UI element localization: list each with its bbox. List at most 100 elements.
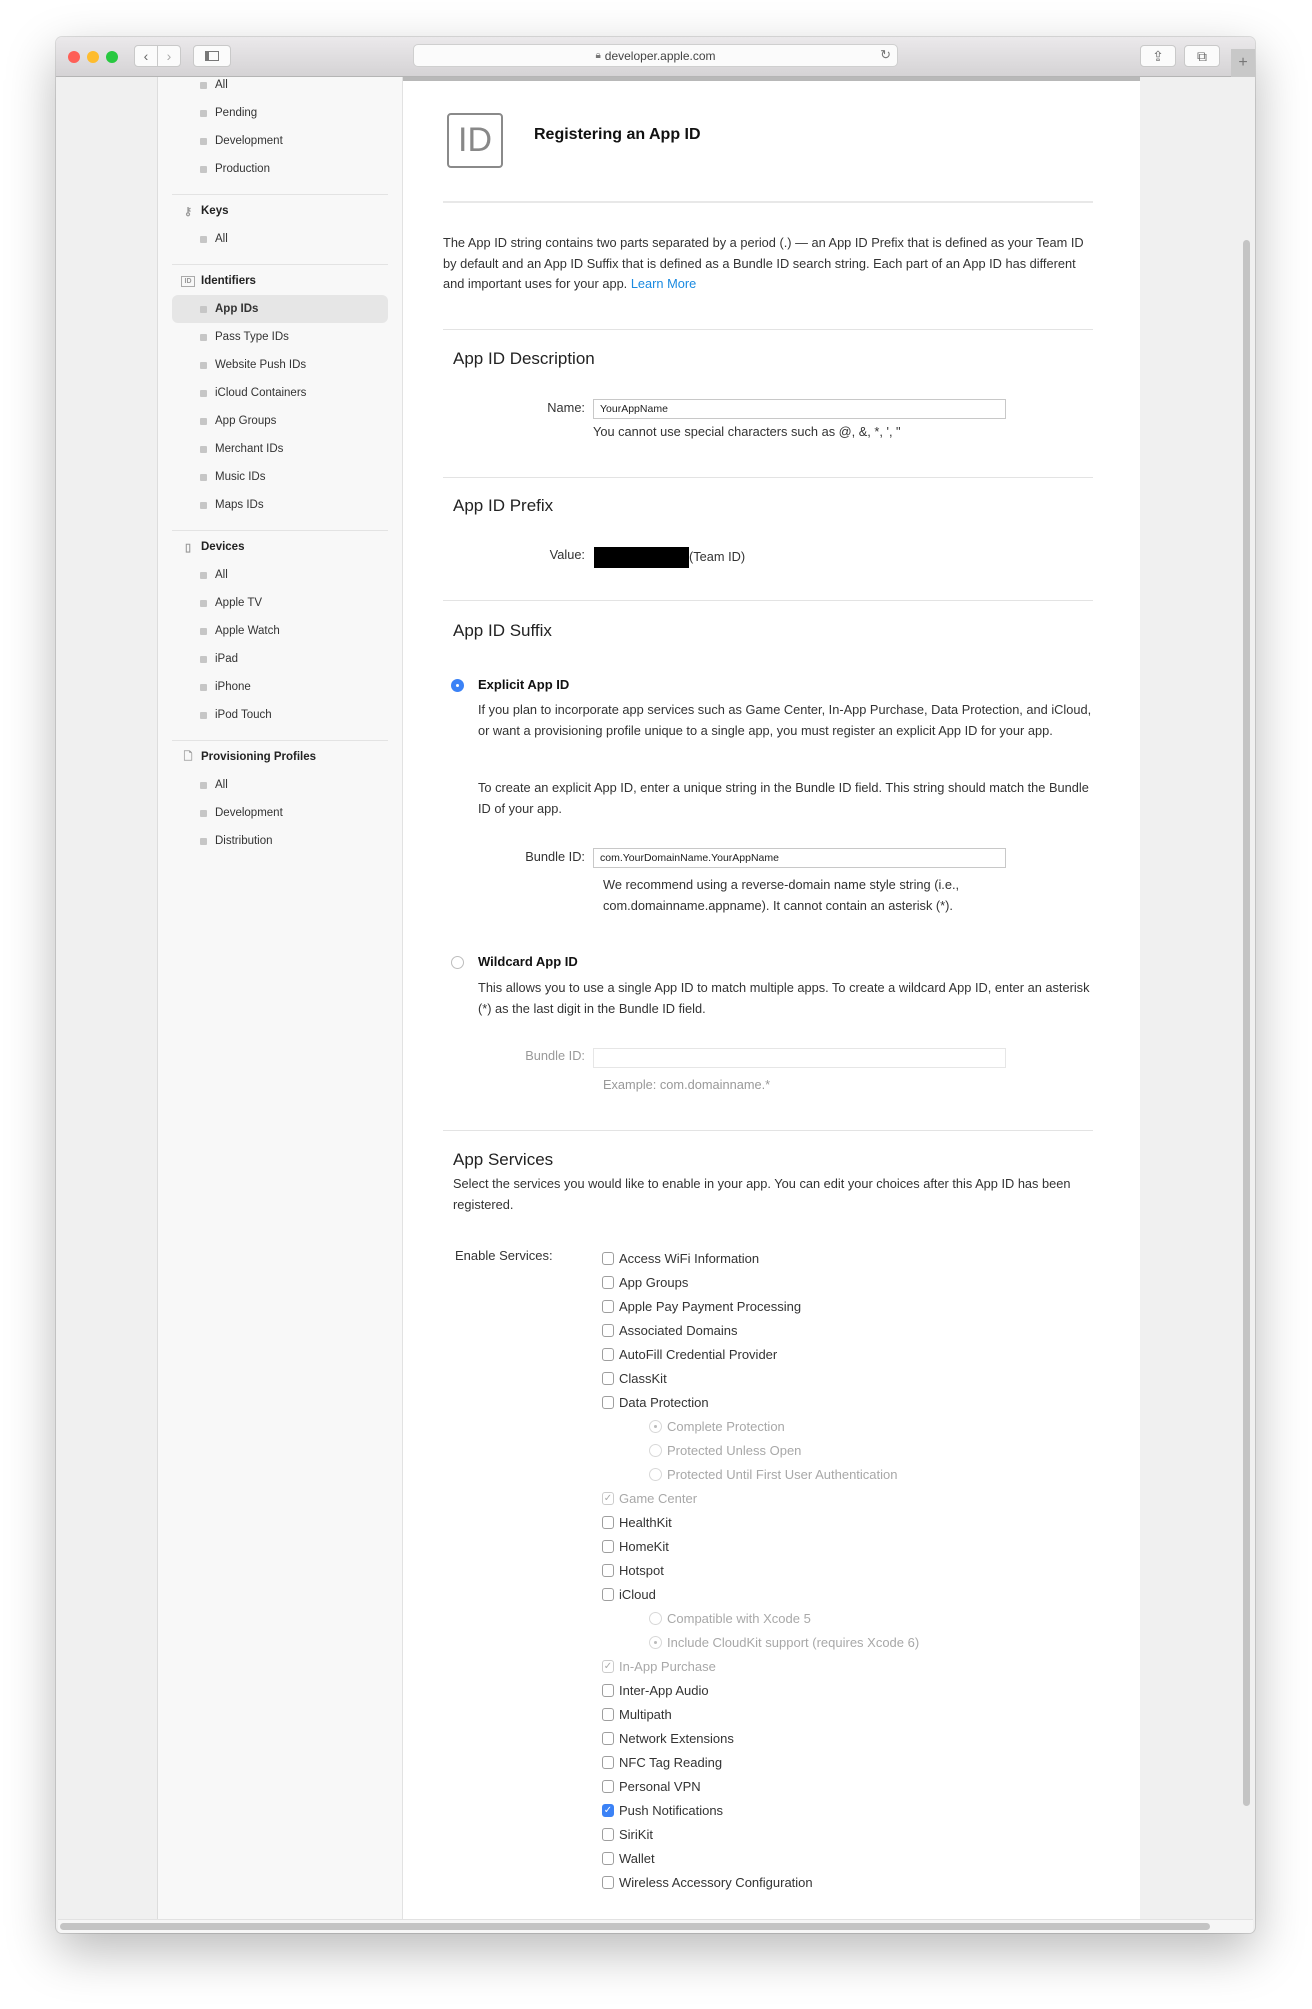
sidebar-item-label: Music IDs	[215, 471, 266, 483]
service-label: Game Center	[619, 1491, 698, 1506]
share-button[interactable]: ⇪	[1140, 45, 1176, 67]
sidebar-item[interactable]: Pass Type IDs	[158, 323, 402, 351]
service-checkbox[interactable]	[602, 1540, 614, 1553]
service-checkbox[interactable]	[602, 1828, 614, 1841]
wildcard-app-id-radio[interactable]	[451, 956, 464, 969]
zoom-window-button[interactable]	[106, 51, 118, 63]
sidebar-toggle-button[interactable]	[193, 45, 231, 67]
wildcard-bundle-id-input[interactable]	[593, 1048, 1006, 1068]
sidebar: All Pending Development Production ⚷ Keys All I…	[158, 77, 403, 1919]
service-checkbox[interactable]	[602, 1708, 614, 1721]
close-window-button[interactable]	[68, 51, 80, 63]
sidebar-item-label: Pending	[215, 107, 258, 119]
service-checkbox[interactable]	[602, 1300, 614, 1313]
service-checkbox[interactable]	[602, 1396, 614, 1409]
explicit-instructions: To create an explicit App ID, enter a un…	[478, 780, 1089, 816]
sidebar-item[interactable]: All	[158, 225, 402, 253]
sidebar-section-header[interactable]: ▯ Devices	[158, 533, 402, 561]
sidebar-item[interactable]: Merchant IDs	[158, 435, 402, 463]
sidebar-item[interactable]: iPhone	[158, 673, 402, 701]
service-checkbox[interactable]	[602, 1588, 614, 1601]
sidebar-item[interactable]: All	[158, 771, 402, 799]
sidebar-item-label: All	[215, 779, 228, 791]
sidebar-item[interactable]: Development	[158, 127, 402, 155]
service-checkbox[interactable]: ✓	[602, 1804, 614, 1817]
bullet-icon	[200, 389, 207, 397]
sidebar-item-label: All	[215, 79, 228, 91]
sidebar-item[interactable]: Distribution	[158, 827, 402, 855]
sidebar-item[interactable]: iPod Touch	[158, 701, 402, 729]
service-label: Multipath	[619, 1707, 672, 1722]
sidebar-item[interactable]: Apple TV	[158, 589, 402, 617]
bullet-icon	[200, 361, 207, 369]
name-input[interactable]: YourAppName	[593, 399, 1006, 419]
service-label: Compatible with Xcode 5	[667, 1611, 811, 1626]
back-button[interactable]: ‹	[134, 45, 158, 67]
reload-icon[interactable]: ↻	[880, 47, 891, 63]
service-label: SiriKit	[619, 1827, 653, 1842]
service-checkbox[interactable]	[602, 1732, 614, 1745]
vertical-scrollbar[interactable]	[1243, 240, 1250, 1806]
service-label: Wallet	[619, 1851, 655, 1866]
service-checkbox[interactable]	[602, 1516, 614, 1529]
explicit-app-id-radio[interactable]	[451, 679, 464, 692]
tabs-overview-button[interactable]: ⧉	[1184, 45, 1220, 67]
service-checkbox[interactable]	[602, 1252, 614, 1265]
service-checkbox[interactable]	[602, 1756, 614, 1769]
sidebar-item-label: Distribution	[215, 835, 273, 847]
name-label: Name:	[547, 400, 585, 415]
service-checkbox: ✓	[602, 1492, 614, 1505]
service-checkbox[interactable]	[602, 1684, 614, 1697]
value-label: Value:	[549, 547, 585, 562]
service-checkbox[interactable]	[602, 1276, 614, 1289]
sidebar-item-label: Development	[215, 807, 283, 819]
sidebar-item[interactable]: Apple Watch	[158, 617, 402, 645]
sidebar-item[interactable]: Website Push IDs	[158, 351, 402, 379]
service-checkbox[interactable]	[602, 1876, 614, 1889]
service-checkbox[interactable]	[602, 1372, 614, 1385]
bullet-icon	[200, 837, 207, 845]
sidebar-item-label: App IDs	[215, 303, 259, 315]
service-label: Associated Domains	[619, 1323, 738, 1338]
sidebar-item[interactable]: Music IDs	[158, 463, 402, 491]
service-checkbox[interactable]	[602, 1780, 614, 1793]
bullet-icon	[200, 683, 207, 691]
bullet-icon	[200, 627, 207, 635]
explicit-bundle-id-input[interactable]: com.YourDomainName.YourAppName	[593, 848, 1006, 868]
sidebar-item[interactable]: App Groups	[158, 407, 402, 435]
bullet-icon	[200, 165, 207, 173]
service-label: HealthKit	[619, 1515, 672, 1530]
forward-button[interactable]: ›	[157, 45, 181, 67]
address-bar[interactable]: 🔒︎ developer.apple.com ↻	[413, 44, 898, 67]
sidebar-item-label: All	[215, 233, 228, 245]
sidebar-section-header[interactable]: ID Identifiers	[158, 267, 402, 295]
sidebar-item[interactable]: Production	[158, 155, 402, 183]
service-checkbox[interactable]	[602, 1324, 614, 1337]
sidebar-item[interactable]: Maps IDs	[158, 491, 402, 519]
sidebar-item[interactable]: Pending	[158, 99, 402, 127]
page-title: Registering an App ID	[534, 126, 701, 143]
service-checkbox[interactable]	[602, 1348, 614, 1361]
sidebar-item-label: iCloud Containers	[215, 387, 307, 399]
service-checkbox[interactable]	[602, 1852, 614, 1865]
sidebar-item[interactable]: All	[158, 77, 402, 99]
sidebar-section-header[interactable]: 🗋︎ Provisioning Profiles	[158, 743, 402, 771]
new-tab-button[interactable]: +	[1231, 49, 1255, 77]
service-checkbox[interactable]	[602, 1564, 614, 1577]
sidebar-section-header[interactable]: ⚷ Keys	[158, 197, 402, 225]
sidebar-item[interactable]: All	[158, 561, 402, 589]
sidebar-item-label: Apple Watch	[215, 625, 280, 637]
service-option-radio	[649, 1444, 662, 1457]
sidebar-item[interactable]: Development	[158, 799, 402, 827]
sidebar-item[interactable]: iCloud Containers	[158, 379, 402, 407]
tabs-icon: ⧉	[1197, 47, 1207, 64]
bullet-icon	[200, 81, 207, 89]
sidebar-item[interactable]: iPad	[158, 645, 402, 673]
id-icon: ID	[181, 275, 195, 287]
sidebar-item[interactable]: App IDs	[172, 295, 388, 323]
learn-more-link[interactable]: Learn More	[631, 276, 696, 291]
horizontal-scrollbar[interactable]	[60, 1923, 1210, 1930]
minimize-window-button[interactable]	[87, 51, 99, 63]
wildcard-bundle-id-label: Bundle ID:	[525, 1048, 585, 1063]
wildcard-description: This allows you to use a single App ID t…	[478, 980, 1090, 1016]
